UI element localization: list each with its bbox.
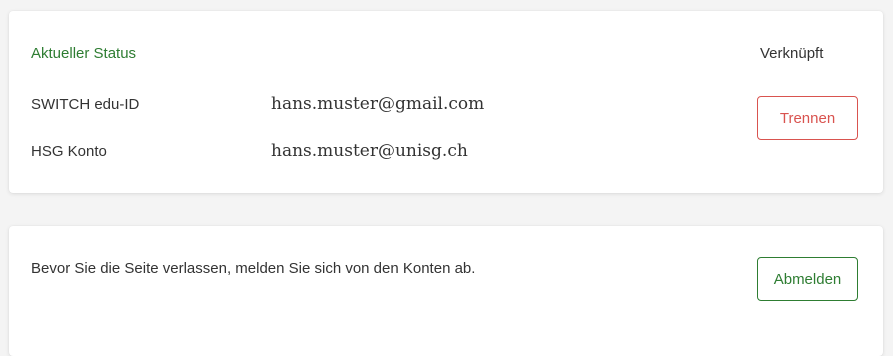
logout-message: Bevor Sie die Seite verlassen, melden Si… <box>31 260 476 277</box>
switch-eduid-label: SWITCH edu-ID <box>31 96 140 113</box>
linked-status-label: Verknüpft <box>760 45 824 62</box>
disconnect-button[interactable]: Trennen <box>757 96 858 140</box>
account-status-card: Aktueller Status Verknüpft SWITCH edu-ID… <box>9 11 883 193</box>
logout-button[interactable]: Abmelden <box>757 257 858 301</box>
logout-card: Bevor Sie die Seite verlassen, melden Si… <box>9 226 883 356</box>
switch-eduid-email: hans.muster@gmail.com <box>271 94 485 114</box>
hsg-account-label: HSG Konto <box>31 143 107 160</box>
status-title: Aktueller Status <box>31 45 137 62</box>
hsg-account-email: hans.muster@unisg.ch <box>271 141 468 161</box>
